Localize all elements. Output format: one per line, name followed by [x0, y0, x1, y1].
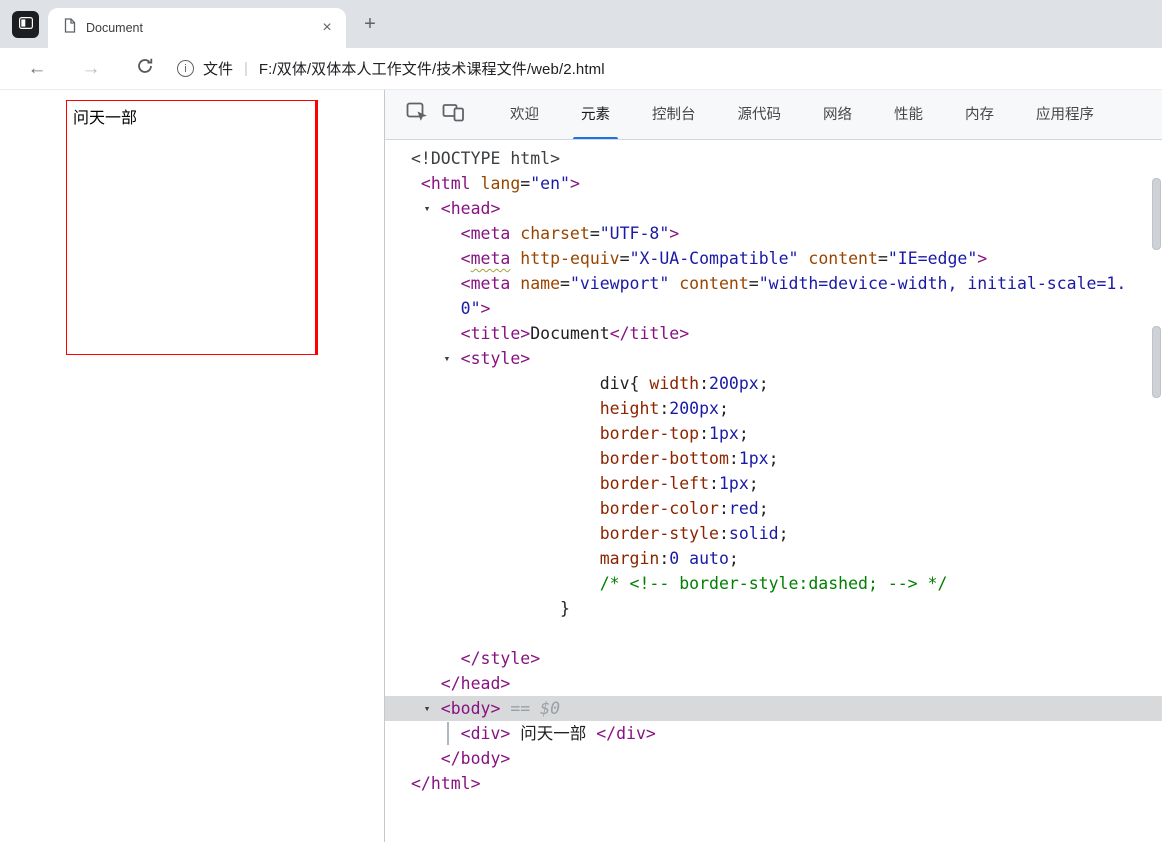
- refresh-icon: [136, 57, 154, 81]
- scrollbar-thumb-2[interactable]: [1152, 326, 1161, 398]
- red-bordered-div: 问天一部: [66, 100, 318, 355]
- device-toolbar-icon: [442, 102, 465, 127]
- dom-tree-node[interactable]: </style>: [385, 646, 1162, 671]
- vertical-tabs-icon: [18, 16, 33, 34]
- devtools-tab-sources[interactable]: 源代码: [717, 90, 803, 139]
- devtools-tab-memory[interactable]: 内存: [944, 90, 1015, 139]
- devtools-tab-application[interactable]: 应用程序: [1015, 90, 1115, 139]
- back-button[interactable]: ←: [21, 53, 53, 85]
- red-box-text: 问天一部: [73, 110, 138, 127]
- dom-tree-node[interactable]: /* <!-- border-style:dashed; --> */: [385, 571, 1162, 596]
- forward-button[interactable]: →: [75, 53, 107, 85]
- devtools-tab-network[interactable]: 网络: [802, 90, 873, 139]
- dom-tree-node[interactable]: </body>: [385, 746, 1162, 771]
- device-toolbar-button[interactable]: [440, 90, 466, 139]
- address-bar[interactable]: i 文件 | F:/双体/双体本人工作文件/技术课程文件/web/2.html: [177, 58, 605, 79]
- dom-tree-node[interactable]: <meta http-equiv="X-UA-Compatible" conte…: [385, 246, 1162, 271]
- tab-title: Document: [86, 21, 143, 35]
- elements-tree: <!DOCTYPE html> <html lang="en"> ▾ <head> <m…: [385, 140, 1162, 841]
- dom-tree-node[interactable]: margin:0 auto;: [385, 546, 1162, 571]
- address-path: F:/双体/双体本人工作文件/技术课程文件/web/2.html: [258, 61, 605, 78]
- dom-tree-node[interactable]: ▾ <body> == $0: [385, 696, 1162, 721]
- devtools-tabs: 欢迎 元素 控制台 源代码 网络 性能 内存 应用程序: [489, 90, 1115, 139]
- address-separator: |: [244, 60, 248, 77]
- dom-tree-node[interactable]: border-style:solid;: [385, 521, 1162, 546]
- info-icon[interactable]: i: [177, 60, 194, 77]
- document-icon: [64, 18, 76, 38]
- dom-tree-node[interactable]: </head>: [385, 671, 1162, 696]
- browser-tab[interactable]: Document ×: [48, 8, 346, 48]
- expand-arrow-icon[interactable]: ▾: [424, 696, 441, 721]
- tab-close-button[interactable]: ×: [318, 19, 336, 37]
- devtools-toolbar: 欢迎 元素 控制台 源代码 网络 性能 内存 应用程序: [385, 90, 1162, 140]
- dom-tree-node[interactable]: <!DOCTYPE html>: [385, 146, 1162, 171]
- inspect-element-button[interactable]: [404, 90, 430, 139]
- dom-tree-node[interactable]: height:200px;: [385, 396, 1162, 421]
- dom-tree-node[interactable]: [385, 621, 1162, 646]
- dom-tree-node[interactable]: <div> 问天一部 </div>: [385, 721, 1162, 746]
- dom-tree-node[interactable]: ▾ <style>: [385, 346, 1162, 371]
- inspect-icon: [406, 102, 429, 128]
- dom-tree-node[interactable]: <meta name="viewport" content="width=dev…: [385, 271, 1162, 296]
- dom-tree-node[interactable]: border-top:1px;: [385, 421, 1162, 446]
- browser-toolbar: ← → i 文件 | F:/双体/双体本人工作文件/技术课程文件/web/2.h…: [0, 48, 1162, 90]
- scrollbar-thumb[interactable]: [1152, 178, 1161, 250]
- devtools-tab-elements[interactable]: 元素: [560, 90, 631, 139]
- expand-arrow-icon[interactable]: ▾: [424, 196, 441, 221]
- new-tab-button[interactable]: +: [358, 12, 382, 36]
- dom-tree-node[interactable]: }: [385, 596, 1162, 621]
- devtools-tab-console[interactable]: 控制台: [631, 90, 717, 139]
- address-scheme-label: 文件: [203, 61, 234, 78]
- dom-tree-node[interactable]: <html lang="en">: [385, 171, 1162, 196]
- tab-actions-button[interactable]: [12, 11, 39, 38]
- browser-window: Document × + ← → i 文件 | F:/双体/双体本人工作文件/技…: [0, 0, 1162, 842]
- dom-tree-node[interactable]: border-left:1px;: [385, 471, 1162, 496]
- dom-tree-node[interactable]: 0">: [385, 296, 1162, 321]
- dom-tree-node[interactable]: border-bottom:1px;: [385, 446, 1162, 471]
- devtools-tab-welcome[interactable]: 欢迎: [489, 90, 560, 139]
- page-viewport: 问天一部: [0, 90, 384, 842]
- refresh-button[interactable]: [129, 53, 161, 85]
- dom-tree-node[interactable]: ▾ <head>: [385, 196, 1162, 221]
- indent-guide: [447, 722, 449, 745]
- dom-tree-node[interactable]: </html>: [385, 771, 1162, 796]
- devtools-tab-performance[interactable]: 性能: [873, 90, 944, 139]
- devtools-panel: 欢迎 元素 控制台 源代码 网络 性能 内存 应用程序 <!DOCTYPE html> <htm…: [384, 90, 1162, 842]
- tab-strip: Document × +: [0, 0, 1162, 48]
- content-area: 问天一部 欢迎 元素 控制台 源代码 网络 性能 内存 应用程序 <!DOCTYPE html…: [0, 90, 1162, 842]
- dom-tree-node[interactable]: border-color:red;: [385, 496, 1162, 521]
- expand-arrow-icon[interactable]: ▾: [444, 346, 461, 371]
- dom-tree-node[interactable]: <title>Document</title>: [385, 321, 1162, 346]
- dom-tree-node[interactable]: div{ width:200px;: [385, 371, 1162, 396]
- dom-tree-node[interactable]: <meta charset="UTF-8">: [385, 221, 1162, 246]
